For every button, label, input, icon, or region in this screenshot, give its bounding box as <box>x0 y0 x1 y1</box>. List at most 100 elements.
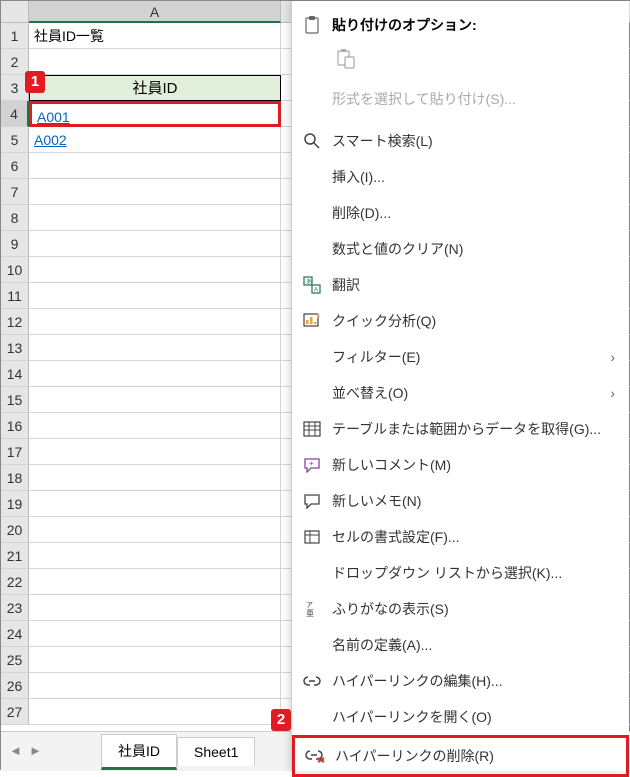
cell-a20[interactable] <box>29 517 281 543</box>
cell-a7[interactable] <box>29 179 281 205</box>
row-header[interactable]: 15 <box>1 387 29 413</box>
cell-a15[interactable] <box>29 387 281 413</box>
row-header[interactable]: 21 <box>1 543 29 569</box>
menu-paste-special: 形式を選択して貼り付け(S)... <box>292 81 629 117</box>
menu-furigana[interactable]: ア亜 ふりがなの表示(S) <box>292 591 629 627</box>
row-header[interactable]: 12 <box>1 309 29 335</box>
menu-dropdown-select[interactable]: ドロップダウン リストから選択(K)... <box>292 555 629 591</box>
format-cells-icon <box>302 527 322 547</box>
cell-a8[interactable] <box>29 205 281 231</box>
menu-edit-hyperlink[interactable]: ハイパーリンクの編集(H)... <box>292 663 629 699</box>
row-header[interactable]: 8 <box>1 205 29 231</box>
cell-a4[interactable]: A001 <box>29 101 281 127</box>
paste-icon-row <box>292 41 629 81</box>
menu-clear[interactable]: 数式と値のクリア(N) <box>292 231 629 267</box>
context-menu: 貼り付けのオプション: 形式を選択して貼り付け(S)... スマート検索(L) … <box>291 1 629 771</box>
row-header[interactable]: 1 <box>1 23 29 49</box>
cell-a13[interactable] <box>29 335 281 361</box>
row-header[interactable]: 9 <box>1 231 29 257</box>
row-header[interactable]: 4 <box>1 101 29 127</box>
column-header-a[interactable]: A <box>29 1 281 23</box>
menu-define-name[interactable]: 名前の定義(A)... <box>292 627 629 663</box>
link-icon <box>302 671 322 691</box>
row-header[interactable]: 16 <box>1 413 29 439</box>
cell-a16[interactable] <box>29 413 281 439</box>
row-header[interactable]: 24 <box>1 621 29 647</box>
cell-a27[interactable] <box>29 699 281 725</box>
row-header[interactable]: 20 <box>1 517 29 543</box>
comment-icon: + <box>302 455 322 475</box>
row-header[interactable]: 27 <box>1 699 29 725</box>
cell-a26[interactable] <box>29 673 281 699</box>
paste-options-title: 貼り付けのオプション: <box>292 7 629 41</box>
row-header[interactable]: 17 <box>1 439 29 465</box>
cell-a22[interactable] <box>29 569 281 595</box>
row-header[interactable]: 14 <box>1 361 29 387</box>
chevron-right-icon: › <box>610 349 615 365</box>
row-header[interactable]: 22 <box>1 569 29 595</box>
row-header[interactable]: 23 <box>1 595 29 621</box>
cell-a17[interactable] <box>29 439 281 465</box>
tab-active[interactable]: 社員ID <box>101 734 177 770</box>
cell-a21[interactable] <box>29 543 281 569</box>
cell-a18[interactable] <box>29 465 281 491</box>
menu-translate[interactable]: あA 翻訳 <box>292 267 629 303</box>
menu-filter[interactable]: フィルター(E) › <box>292 339 629 375</box>
svg-text:亜: 亜 <box>306 609 314 618</box>
cell-a23[interactable] <box>29 595 281 621</box>
cell-a3[interactable]: 社員ID <box>29 75 281 101</box>
menu-get-data[interactable]: テーブルまたは範囲からデータを取得(G)... <box>292 411 629 447</box>
table-icon <box>302 419 322 439</box>
menu-insert[interactable]: 挿入(I)... <box>292 159 629 195</box>
menu-format-cells[interactable]: セルの書式設定(F)... <box>292 519 629 555</box>
tab-prev-icon[interactable]: ◄ <box>9 743 27 761</box>
cell-a5[interactable]: A002 <box>29 127 281 153</box>
chevron-right-icon: › <box>610 385 615 401</box>
row-header[interactable]: 19 <box>1 491 29 517</box>
row-header[interactable]: 7 <box>1 179 29 205</box>
quick-analysis-icon <box>302 311 322 331</box>
menu-new-note[interactable]: 新しいメモ(N) <box>292 483 629 519</box>
row-header[interactable]: 10 <box>1 257 29 283</box>
cell-a12[interactable] <box>29 309 281 335</box>
menu-quick-analysis[interactable]: クイック分析(Q) <box>292 303 629 339</box>
furigana-icon: ア亜 <box>302 599 322 619</box>
clipboard-icon <box>304 16 320 34</box>
note-icon <box>302 491 322 511</box>
callout-1: 1 <box>25 71 45 93</box>
row-header[interactable]: 11 <box>1 283 29 309</box>
cell-a9[interactable] <box>29 231 281 257</box>
cell-a19[interactable] <box>29 491 281 517</box>
menu-sort[interactable]: 並べ替え(O) › <box>292 375 629 411</box>
menu-smart-lookup[interactable]: スマート検索(L) <box>292 123 629 159</box>
menu-delete[interactable]: 削除(D)... <box>292 195 629 231</box>
select-all-corner[interactable] <box>1 1 29 23</box>
callout-2: 2 <box>271 709 291 731</box>
tab-sheet1[interactable]: Sheet1 <box>177 737 255 766</box>
menu-new-comment[interactable]: + 新しいコメント(M) <box>292 447 629 483</box>
row-header[interactable]: 26 <box>1 673 29 699</box>
row-header[interactable]: 25 <box>1 647 29 673</box>
tab-nav: ◄ ► <box>1 743 101 761</box>
row-header[interactable]: 6 <box>1 153 29 179</box>
row-header[interactable]: 13 <box>1 335 29 361</box>
menu-open-hyperlink[interactable]: ハイパーリンクを開く(O) <box>292 699 629 735</box>
svg-text:あ: あ <box>306 279 312 286</box>
row-header[interactable]: 5 <box>1 127 29 153</box>
cell-a25[interactable] <box>29 647 281 673</box>
cell-a6[interactable] <box>29 153 281 179</box>
translate-icon: あA <box>302 275 322 295</box>
cell-a10[interactable] <box>29 257 281 283</box>
cell-a14[interactable] <box>29 361 281 387</box>
cell-a1[interactable]: 社員ID一覧 <box>29 23 281 49</box>
cell-a11[interactable] <box>29 283 281 309</box>
cell-a24[interactable] <box>29 621 281 647</box>
remove-link-icon <box>305 746 325 766</box>
row-header[interactable]: 18 <box>1 465 29 491</box>
paste-icon[interactable] <box>332 45 360 73</box>
cell-a2[interactable] <box>29 49 281 75</box>
menu-remove-hyperlink[interactable]: ハイパーリンクの削除(R) <box>292 735 629 777</box>
svg-text:+: + <box>309 459 314 468</box>
tab-next-icon[interactable]: ► <box>29 743 47 761</box>
svg-text:A: A <box>314 288 318 294</box>
